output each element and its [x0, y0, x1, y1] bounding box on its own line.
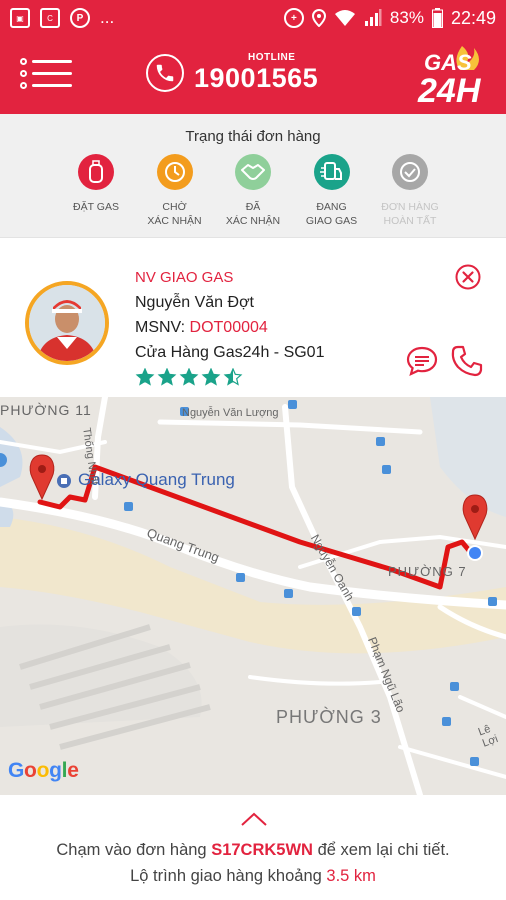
step-label-line2: XÁC NHẬN: [147, 215, 202, 227]
step-waiting-confirm: CHỜ XÁC NHẬN: [136, 154, 214, 228]
distance-prefix: Lộ trình giao hàng khoảng: [130, 867, 322, 885]
menu-bullet: [20, 58, 27, 65]
svg-text:24H: 24H: [417, 72, 482, 108]
call-icon[interactable]: [450, 344, 484, 378]
menu-button[interactable]: [20, 52, 74, 96]
data-saver-icon: +: [283, 8, 304, 28]
google-logo: Google: [8, 759, 79, 782]
menu-line: [32, 72, 72, 75]
star-icon: [179, 368, 199, 386]
driver-store: Cửa Hàng Gas24h - SG01: [135, 344, 325, 361]
app-header: HOTLINE 19001565 GAS 24H: [0, 36, 506, 114]
delivery-map[interactable]: PHƯỜNG 11 Galaxy Quang Trung Nguyễn Văn …: [0, 397, 506, 795]
gas24h-logo: GAS 24H: [417, 46, 482, 108]
handshake-icon: [235, 154, 271, 190]
order-status-section: Trạng thái đơn hàng ĐẶT GAS CHỜ XÁC NHẬN …: [0, 114, 506, 238]
driver-id-row: MSNV: DOT00004: [135, 316, 324, 340]
menu-bullet: [20, 70, 27, 77]
hotline-label: HOTLINE: [248, 52, 296, 63]
map-label-phuong-11: PHƯỜNG 11: [0, 402, 92, 418]
phone-icon: [146, 53, 184, 92]
driver-rating: [135, 368, 324, 386]
driver-card: NV GIAO GAS Nguyễn Văn Đợt MSNV: DOT0000…: [0, 239, 506, 397]
clock-time: 22:49: [450, 7, 496, 28]
route-distance-info: Lộ trình giao hàng khoảng 3.5 km: [0, 867, 506, 886]
driver-role: NV GIAO GAS: [135, 269, 234, 286]
map-canvas: [0, 397, 506, 795]
order-status-title: Trạng thái đơn hàng: [185, 128, 321, 145]
driver-id-label: MSNV:: [135, 319, 186, 336]
hint-suffix: để xem lại chi tiết.: [317, 841, 450, 859]
gallery-icon: ▣: [10, 8, 30, 28]
map-label-phuong-3: PHƯỜNG 3: [276, 707, 382, 727]
step-confirmed: ĐÃ XÁC NHẬN: [214, 154, 292, 228]
menu-bullet: [20, 82, 27, 89]
step-label-line1: ĐÃ: [245, 201, 261, 213]
chevron-up-icon[interactable]: [240, 811, 268, 827]
step-label-line2: GIAO GAS: [305, 215, 358, 227]
order-status-steps: ĐẶT GAS CHỜ XÁC NHẬN ĐÃ XÁC NHẬN ĐANG GIAO …: [57, 154, 449, 228]
order-detail-hint[interactable]: Chạm vào đơn hàng S17CRK5WN để xem lại c…: [0, 841, 506, 860]
system-icons: + 83% 22:49: [283, 7, 496, 29]
map-label-galaxy[interactable]: Galaxy Quang Trung: [78, 470, 235, 490]
step-delivering: ĐANG GIAO GAS: [293, 154, 371, 228]
battery-percent: 83%: [389, 8, 424, 27]
step-label-line2: HOÀN TẤT: [383, 215, 437, 227]
close-icon[interactable]: [455, 264, 481, 290]
step-label-line1: ĐẶT GAS: [73, 201, 119, 213]
battery-icon: [431, 8, 443, 28]
delivery-icon: [313, 154, 350, 190]
pinterest-icon: P: [70, 8, 90, 28]
star-icon: [157, 368, 177, 386]
more-notifications-text: ...: [100, 8, 115, 27]
driver-name: Nguyễn Văn Đợt: [135, 294, 254, 311]
menu-line: [32, 84, 72, 87]
check-icon: [392, 154, 428, 190]
clock-icon: [156, 154, 193, 190]
hotline-number[interactable]: 19001565: [194, 63, 318, 93]
cafef-icon: C: [40, 8, 60, 28]
star-icon: [201, 368, 221, 386]
notification-icons: ▣ C P ...: [10, 8, 114, 28]
location-icon: [311, 9, 326, 27]
driver-avatar: [25, 281, 109, 365]
wifi-icon: [334, 10, 355, 26]
map-label-phuong-7: PHƯỜNG 7: [388, 564, 467, 579]
hint-prefix: Chạm vào đơn hàng: [56, 841, 207, 859]
step-completed: ĐƠN HÀNG HOÀN TẤT: [371, 154, 449, 228]
driver-id-value: DOT00004: [189, 319, 268, 336]
gas-cylinder-icon: [78, 154, 114, 190]
step-label-line1: ĐANG: [316, 201, 347, 213]
step-label-line1: ĐƠN HÀNG: [381, 201, 439, 213]
step-order-gas: ĐẶT GAS: [57, 154, 135, 228]
star-icon: [223, 368, 243, 386]
map-label-nguyen-van-luong: Nguyễn Văn Lượng: [182, 407, 279, 419]
chat-icon[interactable]: [405, 345, 439, 377]
driver-info: NV GIAO GAS Nguyễn Văn Đợt MSNV: DOT0000…: [135, 266, 324, 386]
step-label-line1: CHỜ: [162, 201, 187, 213]
signal-icon: [364, 9, 382, 26]
order-summary-panel[interactable]: Chạm vào đơn hàng S17CRK5WN để xem lại c…: [0, 795, 506, 900]
menu-line: [32, 60, 72, 63]
route-distance: 3.5 km: [326, 867, 376, 885]
hotline-button[interactable]: HOTLINE 19001565: [146, 52, 318, 93]
step-label-line2: XÁC NHẬN: [225, 215, 281, 227]
status-bar: ▣ C P ... + 83% 22:49: [0, 0, 506, 36]
star-icon: [135, 368, 155, 386]
order-code[interactable]: S17CRK5WN: [211, 841, 313, 859]
